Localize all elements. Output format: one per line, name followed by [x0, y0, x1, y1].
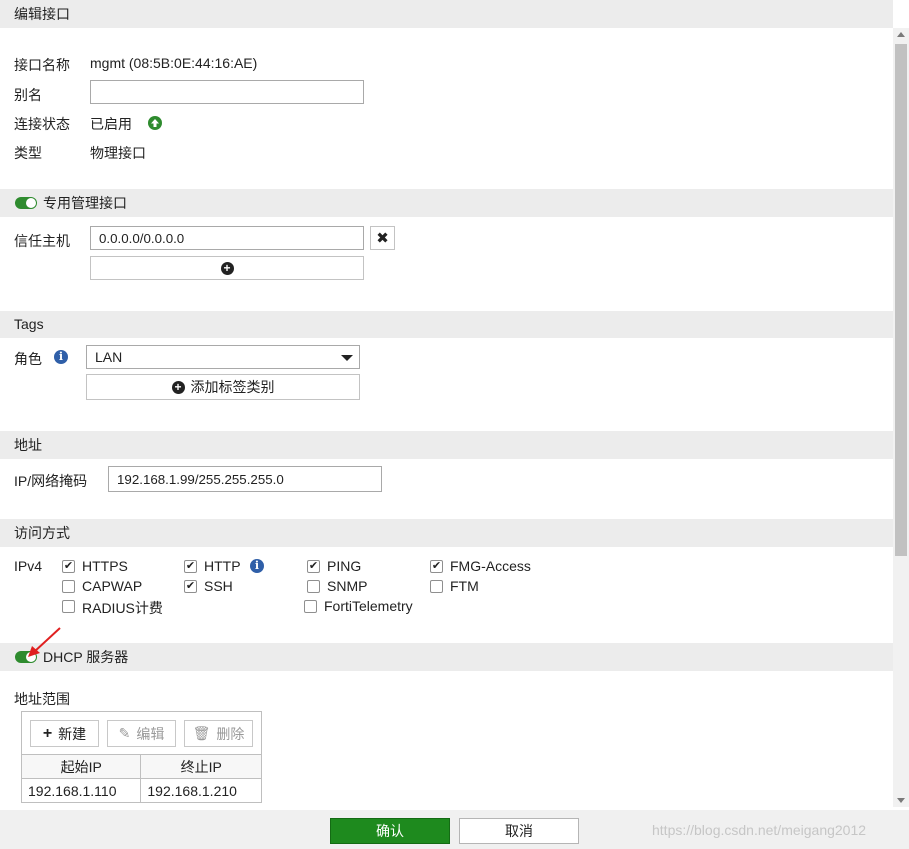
- tags-header: Tags: [0, 311, 893, 338]
- snmp-checkbox[interactable]: [307, 580, 320, 593]
- link-status-value: 已启用: [90, 116, 132, 132]
- cancel-button[interactable]: 取消: [459, 818, 579, 844]
- dedicated-mgmt-header: 专用管理接口: [0, 189, 893, 217]
- delete-range-label: 删除: [216, 725, 245, 742]
- scroll-down-arrow-icon[interactable]: [897, 798, 905, 803]
- delete-range-button[interactable]: 🗑 删除: [184, 720, 253, 747]
- table-row[interactable]: 192.168.1.110 192.168.1.210: [20, 778, 262, 803]
- ssh-checkbox[interactable]: ✔: [184, 580, 197, 593]
- role-select-value: LAN: [95, 349, 123, 365]
- edit-range-label: 编辑: [136, 725, 165, 742]
- dedicated-mgmt-toggle[interactable]: [15, 197, 37, 209]
- scroll-thumb[interactable]: [895, 44, 907, 556]
- alias-input[interactable]: [90, 80, 364, 104]
- type-value: 物理接口: [90, 145, 146, 161]
- info-icon[interactable]: i: [54, 350, 68, 364]
- trash-icon: 🗑: [192, 725, 211, 741]
- snmp-label: SNMP: [327, 578, 368, 594]
- type-label: 类型: [14, 145, 42, 161]
- end-ip-header: 终止IP: [140, 754, 262, 779]
- fmg-access-label: FMG-Access: [450, 558, 531, 574]
- plus-circle-icon: +: [171, 380, 185, 394]
- http-checkbox[interactable]: ✔: [184, 560, 197, 573]
- watermark-text: https://blog.csdn.net/meigang2012: [652, 822, 867, 838]
- address-range-table: 起始IP 终止IP 192.168.1.110 192.168.1.210: [20, 754, 262, 803]
- interface-name-label: 接口名称: [14, 57, 70, 73]
- link-up-icon: [148, 116, 162, 130]
- new-range-label: 新建: [58, 725, 87, 742]
- pencil-icon: ✎: [118, 725, 131, 741]
- add-host-button[interactable]: +: [90, 256, 364, 280]
- alias-label: 别名: [14, 87, 42, 103]
- close-icon: ✖: [376, 230, 389, 247]
- role-label: 角色: [14, 351, 42, 367]
- ip-mask-input[interactable]: [108, 466, 382, 492]
- start-ip-cell: 192.168.1.110: [20, 778, 142, 803]
- radius-accounting-checkbox[interactable]: [62, 600, 75, 613]
- capwap-checkbox[interactable]: [62, 580, 75, 593]
- trusted-host-input[interactable]: [90, 226, 364, 250]
- plus-circle-icon: +: [220, 261, 234, 275]
- fortitelemetry-label: FortiTelemetry: [324, 598, 413, 614]
- address-range-label: 地址范围: [14, 691, 70, 707]
- pointer-arrow-icon: [28, 627, 61, 657]
- capwap-label: CAPWAP: [82, 578, 143, 594]
- ssh-label: SSH: [204, 578, 233, 594]
- add-tag-category-label: 添加标签类别: [190, 379, 275, 395]
- dhcp-server-header: DHCP 服务器: [0, 643, 893, 671]
- end-ip-cell: 192.168.1.210: [140, 778, 262, 803]
- remove-host-button[interactable]: ✖: [370, 226, 395, 250]
- scroll-up-arrow-icon[interactable]: [897, 32, 905, 37]
- https-checkbox[interactable]: ✔: [62, 560, 75, 573]
- new-range-button[interactable]: + 新建: [30, 720, 99, 747]
- vertical-scrollbar[interactable]: [893, 28, 909, 807]
- add-tag-category-button[interactable]: + 添加标签类别: [86, 374, 360, 400]
- address-header: 地址: [0, 431, 893, 459]
- http-label: HTTP: [204, 558, 241, 574]
- table-header-row: 起始IP 终止IP: [20, 754, 262, 779]
- ok-button[interactable]: 确认: [330, 818, 450, 844]
- link-status-label: 连接状态: [14, 116, 70, 132]
- info-icon[interactable]: i: [250, 559, 264, 573]
- start-ip-header: 起始IP: [20, 754, 142, 779]
- ftm-label: FTM: [450, 578, 479, 594]
- fmg-access-checkbox[interactable]: ✔: [430, 560, 443, 573]
- https-label: HTTPS: [82, 558, 128, 574]
- chevron-down-icon: [341, 355, 353, 361]
- fortitelemetry-checkbox[interactable]: [304, 600, 317, 613]
- plus-icon: +: [42, 724, 53, 742]
- ping-checkbox[interactable]: ✔: [307, 560, 320, 573]
- edit-range-button[interactable]: ✎ 编辑: [107, 720, 176, 747]
- ip-mask-label: IP/网络掩码: [14, 473, 88, 489]
- interface-name-value: mgmt (08:5B:0E:44:16:AE): [90, 55, 258, 71]
- ipv4-label: IPv4: [14, 558, 43, 574]
- access-header: 访问方式: [0, 519, 893, 547]
- ftm-checkbox[interactable]: [430, 580, 443, 593]
- ping-label: PING: [327, 558, 362, 574]
- role-select[interactable]: LAN: [86, 345, 360, 369]
- radius-accounting-label: RADIUS计费: [82, 600, 163, 616]
- trusted-host-label: 信任主机: [14, 233, 70, 249]
- dialog-title: 编辑接口: [0, 0, 893, 28]
